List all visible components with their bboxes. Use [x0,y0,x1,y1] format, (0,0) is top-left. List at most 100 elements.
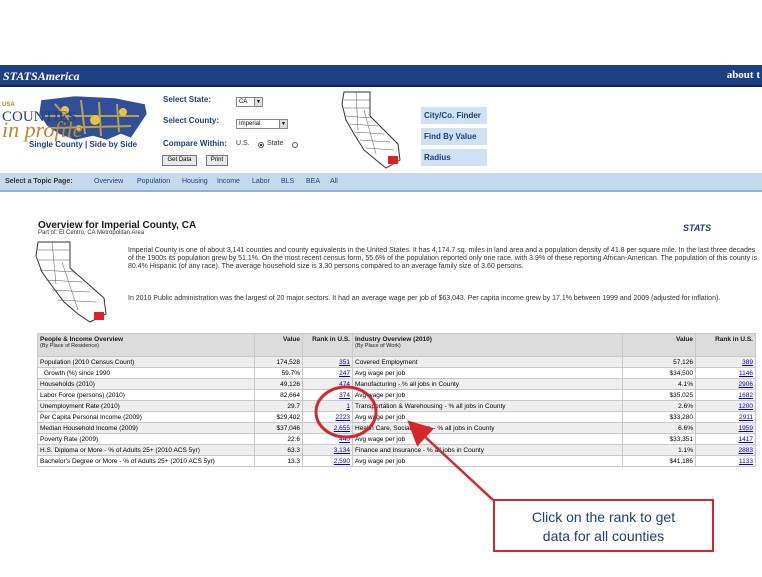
right-rank-link[interactable]: 2883 [695,444,756,456]
table-row: Population (2010 Census Count) 174,528 351… [37,356,756,368]
radius-button[interactable]: Radius [421,149,487,166]
page-subtitle: Part of: El Centro, CA Metropolitan Area [38,230,145,236]
chevron-down-icon: ▼ [254,98,262,106]
right-metric-value: $33,280 [622,411,696,423]
radio-state-label: State [267,140,284,147]
right-rank-link[interactable]: 1146 [695,367,756,379]
right-metric-value: $35,025 [622,389,696,401]
topic-nav-lead: Select a Topic Page: [5,178,73,185]
state-select[interactable]: CA ▼ [236,97,263,107]
table-header-row: People & Income Overview (By Place of Res… [37,333,756,357]
left-metric-label: Poverty Rate (2009) [37,433,255,445]
left-metric-value: 63.3 [254,444,303,456]
logo-usa-text: USA [2,102,15,108]
overview-paragraph-1: Imperial County is one of about 3,141 co… [128,247,758,270]
left-rank-link[interactable]: 3,134 [302,444,353,456]
right-metric-value: 57,126 [622,356,696,368]
left-metric-label: Per Capita Personal Income (2009) [37,411,255,423]
topic-bls[interactable]: BLS [281,178,294,185]
left-metric-label: Households (2010) [37,378,255,390]
left-rank-link[interactable]: 247 [302,367,353,379]
left-metric-value: 174,528 [254,356,303,368]
right-rank-link[interactable]: 2911 [695,411,756,423]
left-metric-label: Unemployment Rate (2010) [37,400,255,412]
left-metric-value: 13.3 [254,455,303,467]
left-metric-value: $37,046 [254,422,303,434]
left-rank-link[interactable]: 1 [302,400,353,412]
compare-within-label: Compare Within: [163,139,227,148]
left-rank-link[interactable]: 474 [302,378,353,390]
callout-line-2: data for all counties [542,528,665,544]
right-rank-link[interactable]: 1959 [695,422,756,434]
right-rank-link[interactable]: 1133 [695,455,756,467]
topic-bea[interactable]: BEA [306,178,320,185]
topic-income[interactable]: Income [217,178,240,185]
topic-nav-bar: Select a Topic Page: Overview Population… [0,173,762,192]
right-rank-link[interactable]: 2906 [695,378,756,390]
city-county-finder-button[interactable]: City/Co. Finder [421,107,487,124]
get-data-button[interactable]: Get Data [162,155,197,166]
county-select[interactable]: Imperial ▼ [236,119,288,129]
topic-population[interactable]: Population [137,178,170,185]
right-metric-label: Finance and Insurance - % all jobs in Co… [352,444,623,456]
select-state-label: Select State: [163,95,212,104]
topic-all[interactable]: All [330,178,338,185]
topic-housing[interactable]: Housing [182,178,208,185]
table-row: Poverty Rate (2009) 22.6 440 Avg wage per j… [37,433,756,445]
right-metric-value: $33,351 [622,433,696,445]
statsamerica-logo[interactable]: STATSAmerica [3,69,80,84]
right-metric-label: Covered Employment [352,356,623,368]
california-county-map-icon [35,241,107,323]
chevron-down-icon: ▼ [279,120,287,128]
table-row: Labor Force (persons) (2010) 82,664 374 Avg… [37,389,756,401]
find-by-value-button[interactable]: Find By Value [421,128,487,145]
left-header: People & Income Overview (By Place of Res… [37,333,255,357]
table-row: Bachelor's Degree or More - % of Adults … [37,455,756,467]
table-row: Households (2010) 49,126 474 Manufacturing … [37,378,756,390]
radio-us[interactable] [258,142,264,148]
select-county-label: Select County: [163,116,220,125]
right-rank-link[interactable]: 1200 [695,400,756,412]
left-metric-value: 49,126 [254,378,303,390]
overview-data-table: People & Income Overview (By Place of Res… [37,333,756,467]
left-metric-label: Bachelor's Degree or More - % of Adults … [37,455,255,467]
left-metric-value: 82,664 [254,389,303,401]
left-rank-link[interactable]: 2223 [302,411,353,423]
left-metric-value: 59.7% [254,367,303,379]
right-metric-label: Avg wage per job [352,455,623,467]
right-metric-label: Avg wage per job [352,411,623,423]
left-metric-value: 22.6 [254,433,303,445]
left-metric-label: Labor Force (persons) (2010) [37,389,255,401]
value-header: Value [254,333,303,357]
california-map-icon [341,91,401,169]
left-metric-label: Growth (%) since 1990 [37,367,255,379]
table-row: H.S. Diploma or More - % of Adults 25+ (… [37,444,756,456]
left-rank-link[interactable]: 2,655 [302,422,353,434]
single-side-links[interactable]: Single County | Side by Side [29,140,137,149]
left-rank-link[interactable]: 2,590 [302,455,353,467]
print-button[interactable]: Print [206,155,228,166]
topic-labor[interactable]: Labor [252,178,270,185]
radio-state[interactable] [292,142,298,148]
state-select-value: CA [239,99,248,105]
right-rank-link[interactable]: 389 [695,356,756,368]
rank-header-right: Rank in U.S. [695,333,756,357]
right-metric-label: Avg wage per job [352,367,623,379]
right-rank-link[interactable]: 1417 [695,433,756,445]
left-rank-link[interactable]: 440 [302,433,353,445]
left-metric-value: $29,402 [254,411,303,423]
radio-us-label: U.S. [236,140,250,147]
right-metric-value: 6.6% [622,422,696,434]
rank-header: Rank in U.S. [302,333,353,357]
right-metric-value: 1.1% [622,444,696,456]
table-row: Per Capita Personal Income (2009) $29,402… [37,411,756,423]
left-rank-link[interactable]: 351 [302,356,353,368]
county-select-value: Imperial [239,121,261,127]
right-rank-link[interactable]: 1682 [695,389,756,401]
header-panel: USA COUNTIES in profile Single County | … [0,87,762,173]
callout-box: Click on the rank to get data for all co… [493,499,714,552]
left-rank-link[interactable]: 374 [302,389,353,401]
topic-overview[interactable]: Overview [94,178,123,185]
left-metric-label: Population (2010 Census Count) [37,356,255,368]
about-link[interactable]: about t [727,69,760,81]
